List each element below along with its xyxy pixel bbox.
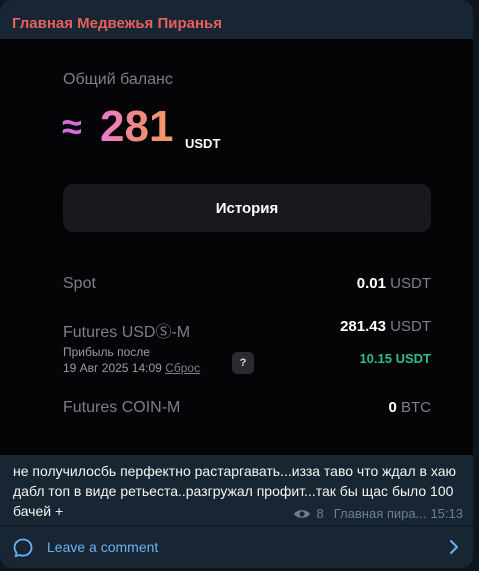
comment-icon [13, 538, 33, 558]
post-author[interactable]: Главная Медвежья Пиранья [12, 15, 222, 32]
futures-usd-label: Futures USDⓈ-M [63, 324, 191, 341]
leave-comment-button[interactable]: Leave a comment [0, 526, 473, 568]
futures-usd-amount: 281.43 [340, 318, 386, 335]
views-count: 8 [316, 506, 324, 521]
profit-value: 10.15 USDT [359, 351, 431, 366]
spot-value: 0.01 USDT [357, 275, 431, 292]
post-image[interactable]: Общий баланс ≈ 281 USDT История Spot 0.0… [0, 39, 473, 455]
post-signature: Главная пира... [333, 506, 427, 521]
eye-icon [293, 509, 310, 518]
spot-currency: USDT [390, 275, 431, 292]
futures-coin-label: Futures COIN-M [63, 399, 181, 416]
futures-coin-currency: BTC [401, 399, 431, 416]
futures-coin-amount: 0 [388, 399, 397, 416]
profit-since: 19 Авг 2025 14:09 Сброс [63, 360, 200, 376]
futures-usd-currency: USDT [390, 318, 431, 335]
help-icon: ? [232, 352, 254, 374]
futures-usd-value: 281.43 USDT [340, 318, 431, 335]
leave-comment-label: Leave a comment [47, 539, 159, 555]
balance-currency: USDT [185, 136, 221, 151]
history-button: История [63, 184, 431, 232]
profit-label: Прибыль после [63, 345, 150, 359]
balance-title: Общий баланс [63, 71, 173, 88]
post-meta: 8 Главная пира... 15:13 [293, 506, 463, 521]
chevron-right-icon [450, 540, 458, 554]
spot-amount: 0.01 [356, 275, 386, 292]
profit-date: 19 Авг 2025 14:09 [63, 361, 162, 375]
post-time: 15:13 [430, 506, 463, 521]
spot-label: Spot [63, 275, 96, 292]
channel-post: Главная Медвежья Пиранья Общий баланс ≈ … [0, 0, 473, 568]
approx-icon: ≈ [62, 106, 82, 147]
balance-value: 281 [100, 102, 174, 151]
futures-coin-value: 0 BTC [388, 399, 431, 416]
reset-link: Сброс [165, 361, 201, 375]
